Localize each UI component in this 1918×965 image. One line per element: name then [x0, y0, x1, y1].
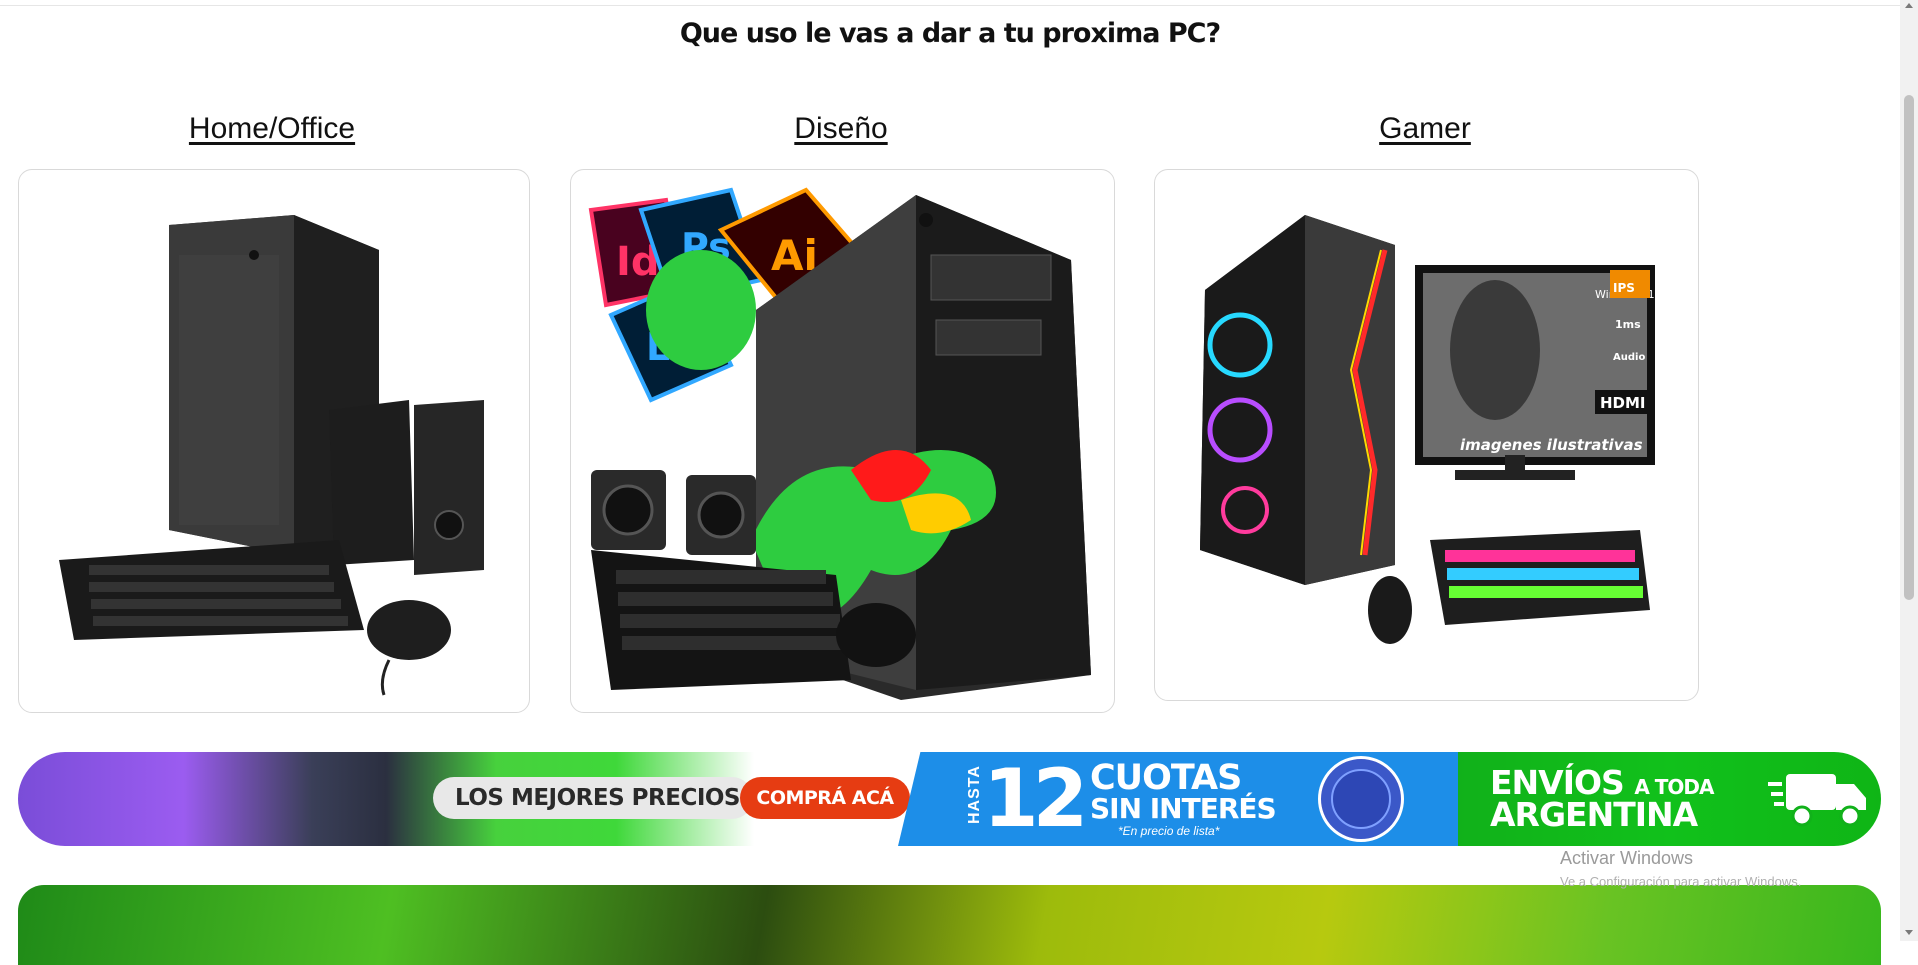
coin-logo-icon [1318, 756, 1404, 842]
best-prices-label: LOS MEJORES PRECIOS [433, 777, 753, 819]
category-link-diseno[interactable]: Diseño [794, 112, 887, 146]
svg-text:Audio: Audio [1613, 352, 1645, 363]
installments-number: 12 [983, 752, 1088, 845]
home-office-product-card[interactable] [18, 169, 530, 713]
top-divider [0, 0, 1900, 6]
page-heading: Que uso le vas a dar a tu proxima PC? [679, 18, 1221, 49]
gamer-product-card[interactable]: imagenes ilustrativas Windows 10 IPS 1ms… [1154, 169, 1699, 701]
windows-activation-subtitle: Ve a Configuración para activar Windows. [1560, 874, 1802, 889]
truck-icon [1768, 774, 1866, 827]
svg-text:imagenes ilustrativas: imagenes ilustrativas [1460, 436, 1643, 454]
promo-banner[interactable]: LOS MEJORES PRECIOS COMPRÁ ACÁ HASTA 12 … [18, 752, 1881, 846]
svg-text:1ms: 1ms [1615, 318, 1641, 331]
scrollbar-thumb[interactable] [1904, 95, 1914, 600]
bottom-hero-banner[interactable] [18, 885, 1881, 965]
buy-here-button[interactable]: COMPRÁ ACÁ [740, 777, 910, 819]
installments-line1: CUOTAS [1090, 758, 1242, 798]
installments-hasta: HASTA [966, 765, 983, 824]
scroll-down-arrow-icon[interactable] [1905, 930, 1913, 935]
installments-line2: SIN INTERÉS [1090, 792, 1277, 825]
svg-text:IPS: IPS [1613, 281, 1635, 295]
shipping-line2: ARGENTINA [1490, 795, 1698, 834]
gamer-pc-image: imagenes ilustrativas Windows 10 IPS 1ms… [1200, 215, 1662, 644]
category-link-gamer[interactable]: Gamer [1379, 112, 1471, 146]
svg-text:HDMI: HDMI [1600, 394, 1646, 412]
scroll-up-arrow-icon[interactable] [1905, 3, 1913, 8]
category-link-home-office[interactable]: Home/Office [189, 112, 355, 146]
home-office-pc-image [59, 215, 484, 696]
installments-note: *En precio de lista* [1118, 824, 1220, 838]
windows-activation-title: Activar Windows [1560, 848, 1694, 868]
design-product-card[interactable]: Id Ps Ai Lr [570, 169, 1115, 713]
design-pc-image: Id Ps Ai Lr [588, 187, 1091, 700]
